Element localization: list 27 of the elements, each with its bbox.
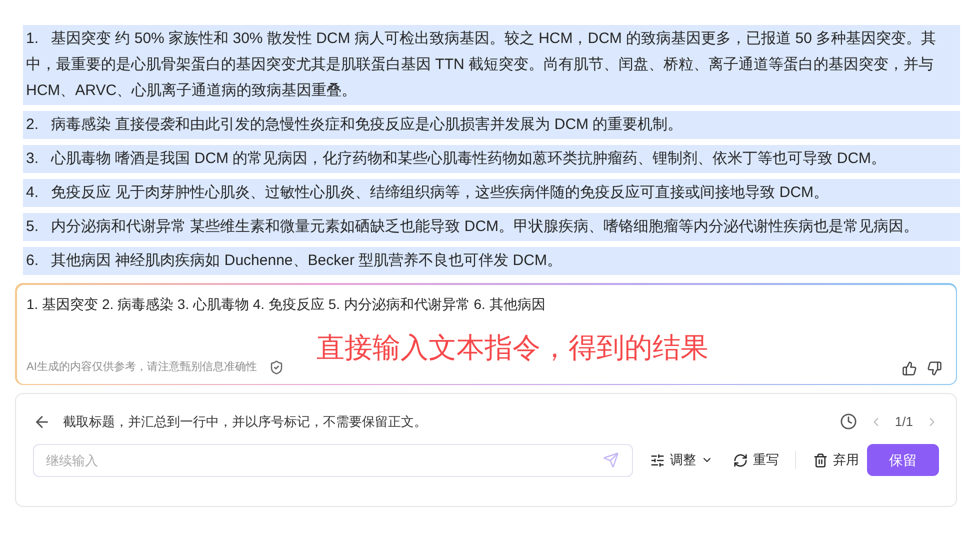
result-text: 1. 基因突变 2. 病毒感染 3. 心肌毒物 4. 免疫反应 5. 内分泌病和代谢异常 6. 其他病因 (26, 294, 546, 314)
refresh-icon (733, 452, 748, 468)
like-button[interactable] (902, 360, 916, 376)
paragraph: 2. 病毒感染 直接侵袭和由此引发的急慢性炎症和免疫反应是心肌损害并发展为 DCM 的重要机制。 (23, 111, 960, 139)
dislike-button[interactable] (926, 360, 942, 376)
rewrite-button[interactable]: 重写 (733, 450, 779, 470)
history-button[interactable] (840, 413, 857, 430)
thumbs-down-icon (926, 360, 942, 376)
sliders-icon (650, 452, 665, 468)
paragraph: 3. 心肌毒物 嗜酒是我国 DCM 的常见病因，化疗药物和某些心肌毒性药物如蒽环类抗肿瘤药、锂制剂、依米丁等也可导致 DCM。 (23, 145, 960, 173)
shield-check-icon (268, 360, 284, 375)
thumbs-up-icon (902, 360, 916, 376)
instruction-text: 截取标题，并汇总到一行中，并以序号标记，不需要保留正文。 (63, 413, 427, 431)
trash-icon (813, 452, 828, 468)
keep-button[interactable]: 保留 (867, 444, 939, 476)
paragraph: 6. 其他病因 神经肌肉疾病如 Duchenne、Becker 型肌营养不良也可伴发 DCM。 (23, 247, 960, 275)
annotation: 直接输入文本指令，得到的结果 (316, 330, 708, 364)
send-icon (603, 452, 619, 468)
clock-icon (840, 413, 857, 430)
discard-button[interactable]: 弃用 (813, 450, 859, 470)
disclaimer: AI生成的内容仅供参考，请注意甄别信息准确性 (26, 360, 257, 375)
page-indicator: 1/1 (894, 413, 913, 431)
paragraph: 5. 内分泌病和代谢异常 某些维生素和微量元素如硒缺乏也能导致 DCM。甲状腺疾病、嗜铬细胞瘤等内分泌代谢性疾病也是常见病因。 (23, 213, 960, 241)
adjust-button[interactable]: 调整 (650, 450, 713, 470)
paragraph: 1. 基因突变 约 50% 家族性和 30% 散发性 DCM 病人可检出致病基因。较之 HCM，DCM 的致病基因更多，已报道 50 多种基因突变。其中，最重要的是心肌骨架蛋白的基因突变尤其是肌联蛋白基因 TTN 截短突变。尚有肌节、闰盘、桥粒、离子通道等蛋白的基因突变，并与 HCM、ARVC、心肌离子通道病的致病基因重叠。 (23, 25, 960, 105)
paragraph: 4. 免疫反应 见于肉芽肿性心肌炎、过敏性心肌炎、结缔组织病等，这些疾病伴随的免疫反应可直接或间接地导致 DCM。 (23, 179, 960, 207)
input-field[interactable]: 继续输入 (33, 444, 633, 476)
